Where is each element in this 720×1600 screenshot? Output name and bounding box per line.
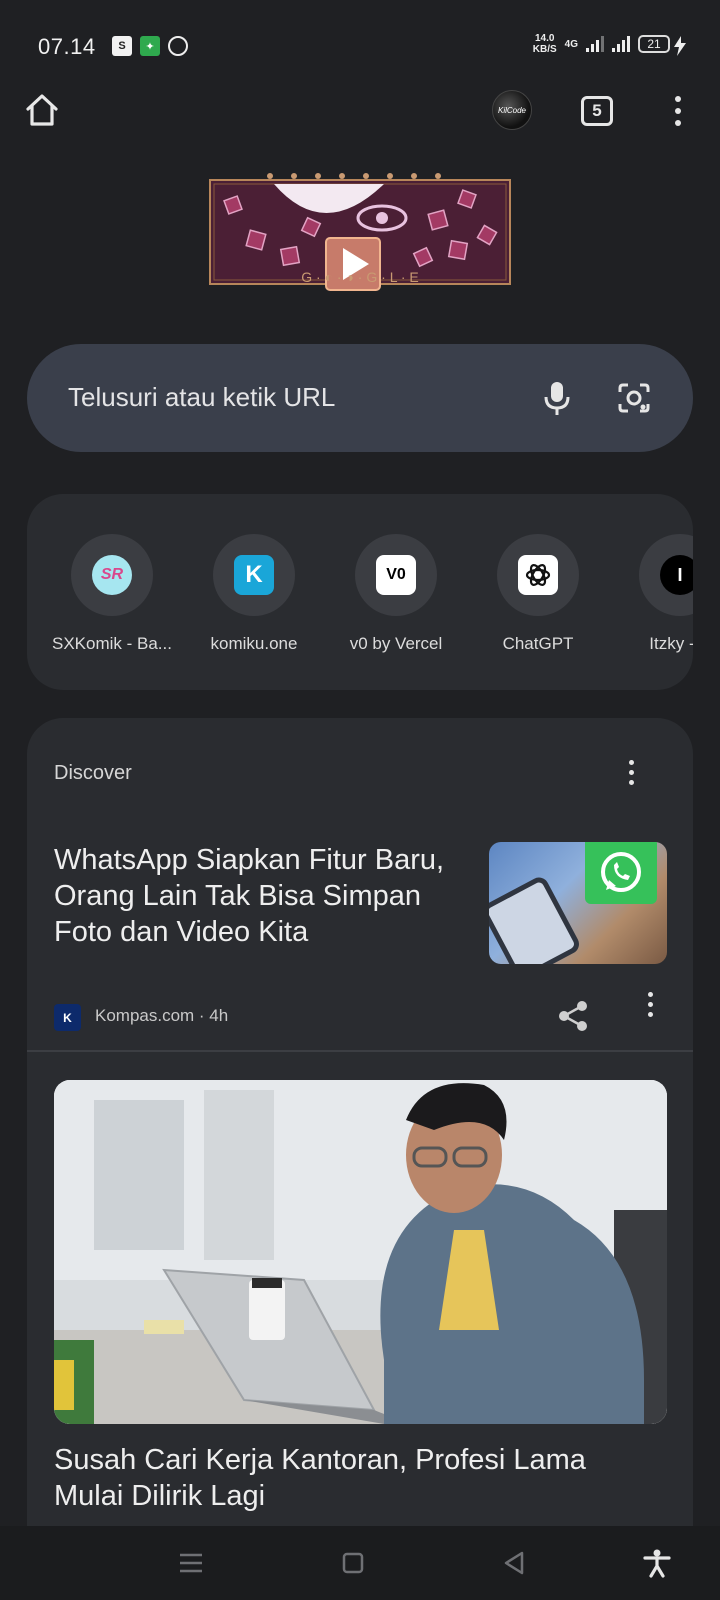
shortcuts-panel: SR SXKomik - Ba... K komiku.one V0 v0 by…	[27, 494, 693, 690]
recents-icon[interactable]	[176, 1548, 206, 1578]
itzky-icon: I	[660, 555, 693, 595]
system-icons: 14.0 KB/S 4G 21	[533, 33, 670, 55]
share-icon[interactable]	[555, 998, 591, 1034]
signal-icon-2	[612, 36, 630, 52]
shortcut-chatgpt[interactable]: ChatGPT	[473, 534, 603, 654]
komiku-icon: K	[234, 555, 274, 595]
app-notification-icon: ✦	[140, 36, 160, 56]
accessibility-icon[interactable]	[642, 1548, 672, 1578]
network-type: 4G	[564, 38, 578, 50]
google-lens-icon[interactable]	[614, 378, 654, 418]
google-doodle[interactable]: G · ◐ · ◑ · G · L · E	[204, 172, 516, 296]
divider	[27, 1050, 693, 1052]
shortcut-label: ChatGPT	[502, 634, 574, 653]
article-source: Kompas.com · 4h	[95, 1006, 229, 1025]
charging-icon	[674, 36, 686, 56]
discover-feed: Discover WhatsApp Siapkan Fitur Baru, Or…	[27, 718, 693, 1538]
status-bar: 07.14 S ✦ 14.0 KB/S 4G 21	[0, 0, 720, 92]
more-menu-icon[interactable]	[668, 94, 688, 128]
discover-title: Discover	[54, 762, 132, 784]
home-icon[interactable]	[22, 90, 62, 130]
shortcut-label: Itzky - P	[649, 634, 693, 653]
system-navigation-bar	[0, 1526, 720, 1600]
tab-switcher-button[interactable]: 5	[581, 96, 613, 126]
search-bar[interactable]: Telusuri atau ketik URL	[27, 344, 693, 452]
article-title[interactable]: WhatsApp Siapkan Fitur Baru, Orang Lain …	[54, 842, 454, 950]
shortcut-komiku[interactable]: K komiku.one	[189, 534, 319, 654]
article-hero-image[interactable]	[54, 1080, 667, 1424]
article-menu-icon[interactable]	[648, 992, 653, 1017]
doodle-letters: G · ◐ · ◑ · G · L · E	[301, 269, 419, 285]
shopee-notification-icon: S	[112, 36, 132, 56]
back-icon[interactable]	[500, 1548, 530, 1578]
shortcut-sxkomik[interactable]: SR SXKomik - Ba...	[47, 534, 177, 654]
shortcut-v0[interactable]: V0 v0 by Vercel	[331, 534, 461, 654]
tab-count: 5	[592, 101, 602, 120]
phone-illustration	[489, 874, 583, 964]
notification-icons: S ✦	[112, 36, 188, 56]
battery-level: 21	[647, 37, 661, 51]
signal-icon	[586, 36, 604, 52]
profile-avatar[interactable]: KilCode	[492, 90, 532, 130]
sxkomik-icon: SR	[92, 555, 132, 595]
kompas-logo-icon: K	[54, 1004, 81, 1031]
article-title[interactable]: Susah Cari Kerja Kantoran, Profesi Lama …	[54, 1442, 654, 1514]
status-time: 07.14	[38, 34, 96, 59]
microphone-icon[interactable]	[537, 378, 577, 418]
whatsapp-notification-icon	[168, 36, 188, 56]
v0-icon: V0	[376, 555, 416, 595]
article-thumbnail[interactable]	[489, 842, 667, 964]
chatgpt-icon	[518, 555, 558, 595]
browser-toolbar: KilCode 5	[0, 90, 720, 132]
home-nav-icon[interactable]	[338, 1548, 368, 1578]
search-input[interactable]: Telusuri atau ketik URL	[68, 382, 335, 413]
network-speed: 14.0 KB/S	[532, 33, 557, 55]
shortcut-label: komiku.one	[210, 634, 298, 653]
battery-icon: 21	[638, 35, 670, 53]
shortcut-label: SXKomik - Ba...	[52, 634, 172, 653]
discover-menu-icon[interactable]	[629, 760, 634, 785]
whatsapp-icon	[585, 842, 657, 904]
shortcut-itzky[interactable]: I Itzky - P	[615, 534, 693, 654]
avatar-text: KilCode	[497, 105, 526, 115]
shortcut-label: v0 by Vercel	[349, 634, 443, 653]
